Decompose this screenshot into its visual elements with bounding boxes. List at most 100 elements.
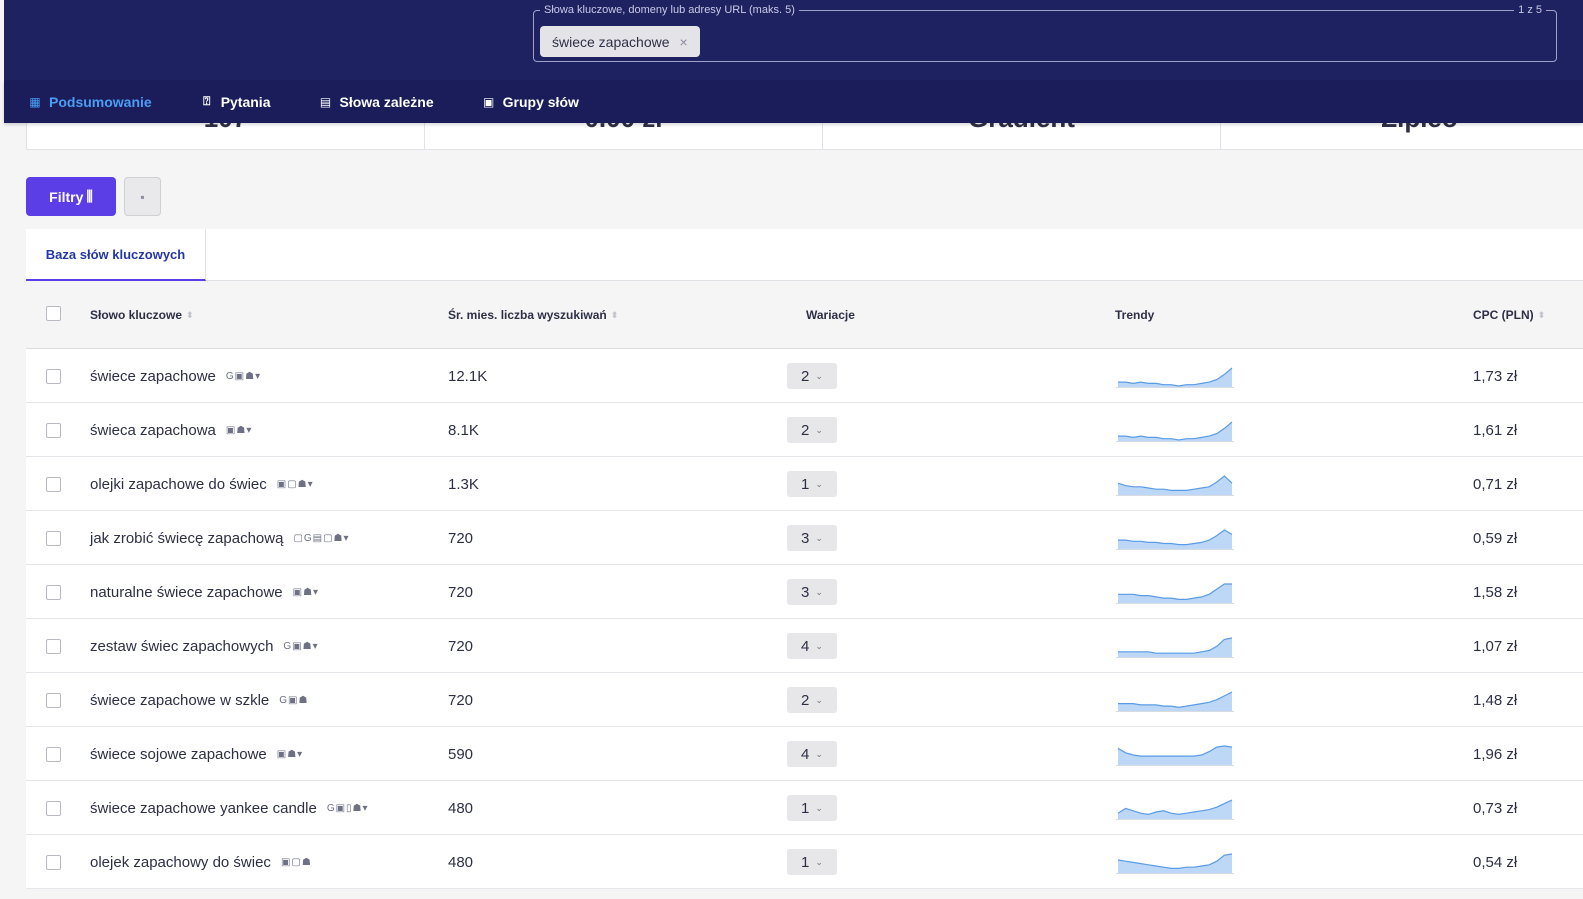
trend-area	[1118, 476, 1232, 495]
top-header: Słowa kluczowe, domeny lub adresy URL (m…	[4, 0, 1583, 80]
tab-bar: Baza słów kluczowych	[26, 229, 1583, 281]
header-volume-label: Śr. mies. liczba wyszukiwań	[448, 308, 607, 322]
row-checkbox[interactable]	[46, 531, 61, 546]
variations-cell: 1 ⌄	[787, 781, 837, 835]
variations-dropdown[interactable]: 2 ⌄	[787, 363, 837, 389]
row-checkbox[interactable]	[46, 585, 61, 600]
serp-feature-icons: ▣☗▾	[225, 424, 253, 436]
select-all-checkbox[interactable]	[46, 306, 61, 321]
keyword-text[interactable]: olejki zapachowe do świec	[90, 476, 267, 493]
search-volume: 8.1K	[448, 421, 479, 439]
keyword-text[interactable]: świece zapachowe	[90, 368, 216, 385]
cpc-value: 0,71 zł	[1473, 475, 1518, 493]
trend-cell	[1116, 835, 1234, 889]
table-row: świeca zapachowa ▣☗▾ 8.1K 2 ⌄ 1,61 zł	[26, 403, 1583, 457]
keyword-text[interactable]: świeca zapachowa	[90, 422, 216, 439]
serp-feature-icons: G▣☗▾	[225, 370, 262, 382]
variations-cell: 3 ⌄	[787, 565, 837, 619]
header-volume[interactable]: Śr. mies. liczba wyszukiwań ⬍	[448, 281, 618, 349]
trend-area	[1118, 800, 1232, 819]
row-checkbox[interactable]	[46, 801, 61, 816]
trend-sparkline	[1116, 529, 1234, 550]
variations-dropdown[interactable]: 1 ⌄	[787, 849, 837, 875]
cpc-value: 1,48 zł	[1473, 691, 1518, 709]
keyword-cell: świeca zapachowa ▣☗▾	[90, 403, 252, 457]
variations-dropdown[interactable]: 2 ⌄	[787, 417, 837, 443]
keyword-text[interactable]: naturalne świece zapachowe	[90, 584, 283, 601]
row-checkbox[interactable]	[46, 693, 61, 708]
variations-dropdown[interactable]: 4 ⌄	[787, 741, 837, 767]
keyword-cell: świece sojowe zapachowe ▣☗▾	[90, 727, 303, 781]
filter-sliders-icon: ⫼	[86, 188, 93, 204]
keyword-text[interactable]: świece zapachowe yankee candle	[90, 800, 317, 817]
cpc-value: 0,59 zł	[1473, 529, 1518, 547]
cpc-value: 1,58 zł	[1473, 583, 1518, 601]
variations-count: 1	[801, 799, 810, 817]
keyword-text[interactable]: świece zapachowe w szkle	[90, 692, 269, 709]
trend-sparkline	[1116, 583, 1234, 604]
chevron-down-icon: ⌄	[815, 802, 823, 813]
variations-dropdown[interactable]: 4 ⌄	[787, 633, 837, 659]
save-icon: ▪	[140, 189, 145, 204]
serp-feature-icons: ▢G▤▢☗▾	[293, 532, 350, 544]
table-row: jak zrobić świecę zapachową ▢G▤▢☗▾ 720 3 ⌄ 0,…	[26, 511, 1583, 565]
nav-tab-1[interactable]: ⍰ Pytania	[200, 93, 271, 110]
keyword-text[interactable]: zestaw świec zapachowych	[90, 638, 273, 655]
variations-dropdown[interactable]: 1 ⌄	[787, 471, 837, 497]
trend-sparkline	[1116, 637, 1234, 658]
search-volume: 590	[448, 745, 474, 763]
nav-tab-0[interactable]: ▦ Podsumowanie	[28, 94, 151, 110]
nav-tab-label: Pytania	[220, 93, 271, 110]
variations-dropdown[interactable]: 3 ⌄	[787, 579, 837, 605]
chip-remove-icon[interactable]: ×	[680, 34, 688, 50]
nav-tab-label: Słowa zależne	[339, 93, 434, 110]
keyword-input-box[interactable]: Słowa kluczowe, domeny lub adresy URL (m…	[533, 4, 1557, 62]
cpc-value: 1,96 zł	[1473, 745, 1518, 763]
trend-cell	[1116, 673, 1234, 727]
header-variations: Wariacje	[806, 281, 855, 349]
row-checkbox[interactable]	[46, 477, 61, 492]
search-volume: 480	[448, 799, 474, 817]
sort-icon: ⬍	[186, 309, 194, 320]
header-cpc[interactable]: CPC (PLN) ⬍	[1473, 281, 1545, 349]
variations-count: 2	[801, 367, 810, 385]
save-filters-button[interactable]: ▪	[124, 177, 161, 216]
header-trends: Trendy	[1115, 281, 1154, 349]
variations-dropdown[interactable]: 3 ⌄	[787, 525, 837, 551]
search-volume: 720	[448, 691, 474, 709]
trend-sparkline	[1116, 691, 1234, 712]
nav-tab-3[interactable]: ▣ Grupy słów	[482, 94, 579, 110]
table-row: świece sojowe zapachowe ▣☗▾ 590 4 ⌄ 1,96 zł	[26, 727, 1583, 781]
variations-cell: 1 ⌄	[787, 457, 837, 511]
variations-cell: 2 ⌄	[787, 673, 837, 727]
serp-feature-icons: ▣☗▾	[292, 586, 320, 598]
keyword-text[interactable]: olejek zapachowy do świec	[90, 854, 271, 871]
variations-dropdown[interactable]: 2 ⌄	[787, 687, 837, 713]
variations-count: 4	[801, 637, 810, 655]
trend-cell	[1116, 511, 1234, 565]
keyword-text[interactable]: jak zrobić świecę zapachową	[90, 530, 283, 547]
row-checkbox[interactable]	[46, 369, 61, 384]
row-checkbox[interactable]	[46, 639, 61, 654]
filters-button[interactable]: Filtry ⫼	[26, 177, 116, 216]
serp-feature-icons: G▣☗	[279, 694, 309, 706]
chevron-down-icon: ⌄	[815, 748, 823, 759]
row-checkbox[interactable]	[46, 855, 61, 870]
keyword-chip[interactable]: świece zapachowe ×	[540, 26, 700, 57]
header-keyword[interactable]: Słowo kluczowe ⬍	[90, 281, 194, 349]
variations-count: 2	[801, 691, 810, 709]
keyword-text[interactable]: świece sojowe zapachowe	[90, 746, 267, 763]
trend-area	[1118, 854, 1232, 873]
cpc-value: 1,07 zł	[1473, 637, 1518, 655]
main-navigation: ▦ Podsumowanie ⍰ Pytania ▤ Słowa zależne ▣ Grup…	[4, 80, 1583, 123]
keyword-cell: świece zapachowe yankee candle G▣▯☗▾	[90, 781, 369, 835]
variations-dropdown[interactable]: 1 ⌄	[787, 795, 837, 821]
row-checkbox[interactable]	[46, 747, 61, 762]
document-icon: ▤	[319, 94, 332, 109]
nav-tab-2[interactable]: ▤ Słowa zależne	[319, 94, 434, 110]
row-checkbox[interactable]	[46, 423, 61, 438]
keyword-cell: naturalne świece zapachowe ▣☗▾	[90, 565, 319, 619]
trend-area	[1118, 692, 1232, 711]
tab-keyword-database[interactable]: Baza słów kluczowych	[26, 229, 206, 281]
header-trends-label: Trendy	[1115, 308, 1155, 322]
